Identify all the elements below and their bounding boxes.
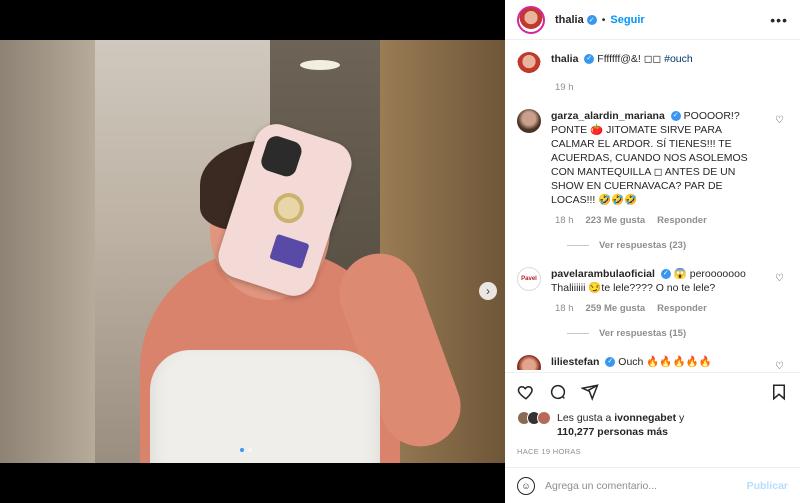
verified-badge-icon: ✓ — [660, 269, 671, 280]
verified-badge-icon: ✓ — [584, 54, 595, 65]
verified-badge-icon: ✓ — [670, 111, 681, 122]
author-avatar[interactable] — [517, 52, 541, 76]
publish-button[interactable]: Publicar — [747, 480, 788, 492]
ceiling-light — [300, 60, 340, 70]
liker-username[interactable]: ivonnegabet — [614, 412, 676, 424]
view-replies-button[interactable]: Ver respuestas (23) — [567, 240, 784, 251]
comment-time[interactable]: 18 h — [555, 215, 574, 226]
like-comment-heart-icon[interactable]: ♡ — [775, 273, 784, 284]
phone-ring-holder — [269, 189, 308, 227]
verified-badge-icon: ✓ — [586, 14, 597, 25]
post-header: thalia ✓ • Seguir ••• — [505, 0, 800, 40]
like-comment-heart-icon[interactable]: ♡ — [775, 115, 784, 126]
phone-sticker — [269, 233, 310, 270]
heart-icon[interactable] — [517, 383, 535, 401]
commenter-avatar[interactable]: Pavel — [517, 267, 541, 291]
likes-summary: Les gusta a ivonnegabet y 110,277 person… — [517, 411, 788, 439]
white-towel — [150, 350, 380, 463]
caption-text: Fffffff@&! ◻◻ — [597, 53, 662, 65]
author-username[interactable]: thalia — [555, 14, 584, 26]
caption-meta: 19 h — [555, 82, 784, 93]
caption-username[interactable]: thalia — [551, 53, 578, 65]
comment-composer: ☺ Publicar — [505, 467, 800, 503]
carousel-dot-active — [240, 448, 244, 452]
post-photo[interactable]: › — [0, 40, 505, 463]
comment-row: garza_alardin_mariana ✓ POOOOR!? PONTE 🍅… — [517, 109, 784, 207]
commenter-avatar[interactable] — [517, 109, 541, 133]
caption-time[interactable]: 19 h — [555, 82, 574, 93]
phone-camera — [258, 133, 305, 179]
replies-line — [567, 245, 589, 246]
verified-badge-icon: ✓ — [605, 357, 616, 368]
carousel-dot — [248, 448, 252, 452]
comment-input[interactable] — [545, 479, 735, 492]
likers-avatars — [517, 411, 551, 425]
post-media: › — [0, 0, 505, 503]
author-avatar[interactable] — [517, 5, 545, 34]
likes-prefix: Les gusta a — [557, 412, 612, 424]
comment-text: POOOOR!? PONTE 🍅 JITOMATE SIRVE PARA CAL… — [551, 110, 748, 206]
action-icons — [517, 383, 788, 401]
view-replies-label: Ver respuestas (15) — [599, 328, 687, 339]
emoji-icon[interactable]: ☺ — [517, 476, 535, 495]
likes-suffix: y — [678, 412, 685, 424]
comment-time[interactable]: 18 h — [555, 303, 574, 314]
comment-row: Pavel pavelarambulaoficial ✓ 😱 peroooooo… — [517, 267, 784, 295]
view-replies-label: Ver respuestas (23) — [599, 240, 687, 251]
follow-button[interactable]: Seguir — [610, 14, 644, 26]
carousel-indicator — [240, 448, 252, 452]
comments-list[interactable]: thalia ✓ Fffffff@&! ◻◻ #ouch 19 h garza_… — [505, 40, 800, 370]
comment-meta: 18 h 259 Me gusta Responder — [555, 303, 784, 314]
reply-button[interactable]: Responder — [657, 303, 707, 314]
next-image-button[interactable]: › — [479, 282, 497, 300]
post-timestamp[interactable]: HACE 19 HORAS — [517, 447, 788, 456]
post-actions: Les gusta a ivonnegabet y 110,277 person… — [505, 372, 800, 456]
caption-hashtag[interactable]: #ouch — [664, 53, 693, 65]
comment-meta: 18 h 223 Me gusta Responder — [555, 215, 784, 226]
commenter-avatar[interactable] — [517, 355, 541, 370]
comment-username[interactable]: garza_alardin_mariana — [551, 110, 665, 122]
comment-username[interactable]: pavelarambulaoficial — [551, 268, 655, 280]
bookmark-icon[interactable] — [770, 383, 788, 401]
likes-count[interactable]: 110,277 personas más — [557, 426, 668, 438]
person-figure — [60, 100, 480, 463]
more-options-icon[interactable]: ••• — [770, 12, 788, 28]
comment-text: Ouch 🔥🔥🔥🔥🔥 — [618, 356, 712, 368]
separator-dot: • — [601, 13, 606, 26]
caption-row: thalia ✓ Fffffff@&! ◻◻ #ouch — [517, 52, 784, 76]
reply-button[interactable]: Responder — [657, 215, 707, 226]
comment-row: liliestefan ✓ Ouch 🔥🔥🔥🔥🔥 ♡ — [517, 355, 784, 370]
comment-username[interactable]: liliestefan — [551, 356, 599, 368]
comment-likes[interactable]: 259 Me gusta — [586, 303, 646, 314]
post-side-panel: thalia ✓ • Seguir ••• thalia ✓ Fffffff@&… — [505, 0, 800, 503]
commenter-avatar-text: Pavel — [521, 276, 537, 282]
chevron-right-icon: › — [486, 284, 490, 298]
replies-line — [567, 333, 589, 334]
comment-icon[interactable] — [549, 383, 567, 401]
share-icon[interactable] — [581, 383, 599, 401]
like-comment-heart-icon[interactable]: ♡ — [775, 361, 784, 370]
view-replies-button[interactable]: Ver respuestas (15) — [567, 328, 784, 339]
comment-likes[interactable]: 223 Me gusta — [586, 215, 646, 226]
